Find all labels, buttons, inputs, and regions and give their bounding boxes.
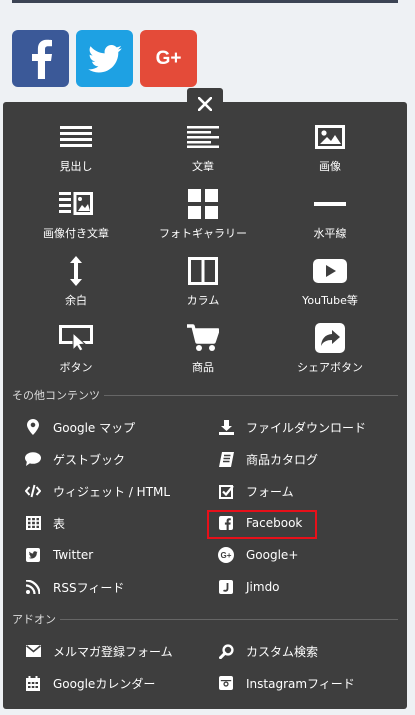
item-label: 商品カタログ <box>246 452 319 467</box>
item-label: メルマガ登録フォーム <box>53 644 173 659</box>
divider <box>60 618 398 620</box>
item-twitter[interactable]: Twitter <box>25 544 93 566</box>
speech-bubble-icon <box>25 451 41 467</box>
text-with-image-icon <box>59 189 93 219</box>
text-icon <box>187 122 219 152</box>
item-jimdo[interactable]: Jimdo <box>218 576 280 598</box>
close-button[interactable] <box>187 88 223 120</box>
tile-share-button[interactable]: シェアボタン <box>268 321 392 385</box>
share-icon <box>315 323 345 353</box>
tile-button[interactable]: ボタン <box>14 321 138 385</box>
item-label: Google マップ <box>53 420 136 435</box>
tile-label: YouTube等 <box>302 294 358 307</box>
tile-label: 画像 <box>319 160 341 173</box>
download-icon <box>218 419 234 435</box>
table-icon <box>25 515 41 531</box>
facebook-icon <box>31 39 52 79</box>
item-instagram-feed[interactable]: Instagramフィード <box>218 672 355 694</box>
tile-label: ボタン <box>59 361 93 374</box>
tile-label: 画像付き文章 <box>43 227 109 240</box>
image-icon <box>315 122 345 152</box>
item-widget-html[interactable]: ウィジェット / HTML <box>25 480 170 502</box>
google-plus-share-button[interactable]: G+ <box>140 30 197 87</box>
item-label: Googleカレンダー <box>53 676 156 691</box>
tile-photo-gallery[interactable]: フォトギャラリー <box>141 187 265 251</box>
item-label: Google+ <box>246 548 299 562</box>
item-custom-search[interactable]: カスタム検索 <box>218 640 318 662</box>
item-label: 表 <box>53 516 66 531</box>
item-label: ファイルダウンロード <box>246 420 367 435</box>
tile-spacer[interactable]: 余白 <box>14 254 138 318</box>
google-plus-icon: G+ <box>155 47 182 69</box>
selection-highlight <box>207 510 317 539</box>
item-label: RSSフィード <box>53 580 125 595</box>
tile-label: フォトギャラリー <box>159 227 247 240</box>
item-label: フォーム <box>246 484 294 499</box>
tile-label: 商品 <box>192 361 214 374</box>
item-label: Jimdo <box>246 580 280 594</box>
calendar-icon <box>25 675 41 691</box>
checkbox-icon <box>218 483 234 499</box>
tile-columns[interactable]: カラム <box>141 254 265 318</box>
map-pin-icon <box>25 419 41 435</box>
item-label: Twitter <box>53 548 94 562</box>
tile-product[interactable]: 商品 <box>141 321 265 385</box>
tile-text-with-image[interactable]: 画像付き文章 <box>14 187 138 251</box>
jimdo-icon <box>218 579 234 595</box>
button-icon <box>59 323 93 353</box>
item-label: カスタム検索 <box>246 644 319 659</box>
facebook-share-button[interactable] <box>12 30 69 87</box>
youtube-icon <box>313 256 347 286</box>
divider <box>104 394 398 396</box>
item-newsletter-form[interactable]: メルマガ登録フォーム <box>25 640 173 662</box>
item-label: ウィジェット / HTML <box>53 484 171 499</box>
columns-icon <box>188 256 218 286</box>
cart-icon <box>187 323 219 353</box>
item-google-map[interactable]: Google マップ <box>25 416 135 438</box>
spacer-icon <box>69 256 83 286</box>
svg-text:G+: G+ <box>221 551 232 560</box>
tile-label: シェアボタン <box>297 361 363 374</box>
close-icon <box>198 97 212 111</box>
tile-label: 水平線 <box>313 227 347 240</box>
item-file-download[interactable]: ファイルダウンロード <box>218 416 366 438</box>
top-divider <box>12 0 398 3</box>
section-header-other: その他コンテンツ <box>12 388 398 402</box>
item-rss-feed[interactable]: RSSフィード <box>25 576 124 598</box>
photo-gallery-icon <box>188 189 218 219</box>
code-icon <box>25 483 41 499</box>
search-icon <box>218 643 234 659</box>
instagram-icon <box>218 675 234 691</box>
twitter-icon <box>87 44 122 72</box>
rss-icon <box>25 579 41 595</box>
envelope-icon <box>25 643 41 659</box>
item-table[interactable]: 表 <box>25 512 65 534</box>
google-plus-circle-icon: G+ <box>218 547 234 563</box>
section-title: アドオン <box>12 613 56 626</box>
section-header-addon: アドオン <box>12 612 398 626</box>
item-google-plus[interactable]: G+ Google+ <box>218 544 298 566</box>
tile-label: カラム <box>186 294 220 307</box>
item-product-catalog[interactable]: 商品カタログ <box>218 448 318 470</box>
item-label: ゲストブック <box>53 452 126 467</box>
tile-image[interactable]: 画像 <box>268 120 392 184</box>
heading-icon <box>60 122 92 152</box>
section-title: その他コンテンツ <box>12 389 100 402</box>
catalog-icon <box>218 451 234 467</box>
item-guestbook[interactable]: ゲストブック <box>25 448 125 470</box>
tile-label: 余白 <box>65 294 87 307</box>
item-label: Instagramフィード <box>246 676 355 691</box>
tile-heading[interactable]: 見出し <box>14 120 138 184</box>
item-google-calendar[interactable]: Googleカレンダー <box>25 672 155 694</box>
twitter-square-icon <box>25 547 41 563</box>
tile-horizontal-line[interactable]: 水平線 <box>268 187 392 251</box>
tile-label: 見出し <box>59 160 93 173</box>
twitter-share-button[interactable] <box>76 30 133 87</box>
horizontal-line-icon <box>314 189 346 219</box>
tile-text[interactable]: 文章 <box>141 120 265 184</box>
tile-youtube[interactable]: YouTube等 <box>268 254 392 318</box>
tile-label: 文章 <box>192 160 214 173</box>
item-form[interactable]: フォーム <box>218 480 294 502</box>
